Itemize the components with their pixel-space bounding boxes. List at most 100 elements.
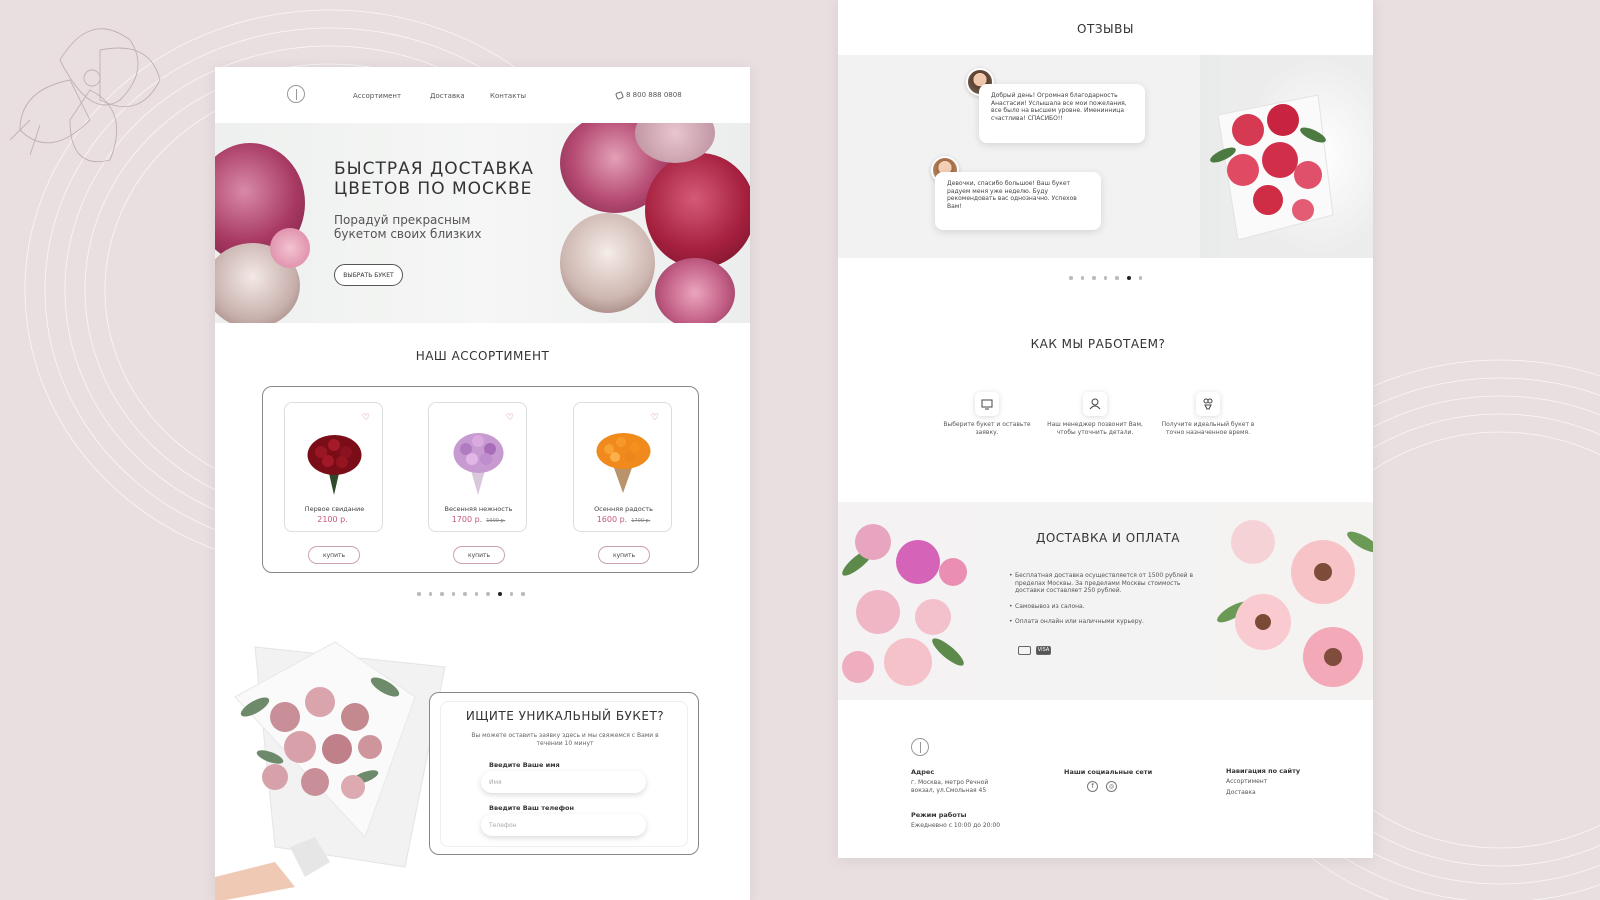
nav-phone[interactable]: 8 800 888 0808 xyxy=(615,90,682,100)
name-input[interactable] xyxy=(481,771,646,793)
pagination-dot[interactable] xyxy=(440,592,444,596)
product-name: Осенняя радость xyxy=(594,505,653,513)
pagination-dot[interactable] xyxy=(1103,276,1107,280)
footer-logo-icon[interactable] xyxy=(911,738,929,756)
peony-image-right-4 xyxy=(655,258,735,323)
request-title: ИЩИТЕ УНИКАЛЬНЫЙ БУКЕТ? xyxy=(465,709,665,723)
heart-icon[interactable]: ♡ xyxy=(506,413,514,423)
step-text: Получите идеальный букет в точно назначе… xyxy=(1161,421,1255,436)
pagination-dot[interactable] xyxy=(451,592,455,596)
peony-image-left-3 xyxy=(270,228,310,268)
footer-hours-label: Режим работы xyxy=(911,811,967,819)
product-name: Первое свидание xyxy=(304,505,365,513)
heart-icon[interactable]: ♡ xyxy=(651,413,659,423)
nav-link-assortment[interactable]: Ассортимент xyxy=(353,92,401,100)
product-name: Весенняя нежность xyxy=(444,505,513,513)
reviews-pagination xyxy=(1069,276,1142,280)
pink-roses-bouquet-image xyxy=(215,641,446,900)
step-2: Наш менеджер позвонит Вам, чтобы уточнит… xyxy=(1040,392,1150,436)
pink-flowers-image-left xyxy=(838,502,978,700)
pagination-dot[interactable] xyxy=(1069,276,1073,280)
landing-page-right: ОТЗЫВЫ Добрый день! Огромная благодарнос… xyxy=(838,0,1373,858)
pagination-dot-active[interactable] xyxy=(497,592,502,596)
hero-title-line2: ЦВЕТОВ ПО МОСКВЕ xyxy=(334,179,533,199)
delivery-item: Самовывоз из салона. xyxy=(1009,603,1205,611)
pagination-dot[interactable] xyxy=(1138,276,1142,280)
product-card[interactable]: ♡ Весенняя нежность 1700 р. 1900 р. xyxy=(428,402,527,532)
monitor-icon xyxy=(975,392,999,416)
assortment-carousel: ♡ Первое свидание 2100 р. ♡ Весенняя неж… xyxy=(262,386,699,573)
phone-label: Введите Ваш телефон xyxy=(489,804,574,812)
product-price: 1700 р. 1900 р. xyxy=(451,515,506,524)
phone-input[interactable] xyxy=(481,814,646,836)
pagination-dot[interactable] xyxy=(1092,276,1096,280)
reviews-title: ОТЗЫВЫ xyxy=(1077,22,1134,36)
pagination-dot[interactable] xyxy=(474,592,478,596)
pagination-dot[interactable] xyxy=(463,592,467,596)
phone-icon xyxy=(615,90,624,100)
heart-icon[interactable]: ♡ xyxy=(362,413,370,423)
reviews-band: Добрый день! Огромная благодарность Анас… xyxy=(838,55,1373,258)
product-price: 2100 р. xyxy=(317,515,348,524)
peony-image-right-3 xyxy=(560,213,655,313)
footer-link-delivery[interactable]: Доставка xyxy=(1226,789,1256,796)
peony-image-right-2 xyxy=(645,153,750,268)
step-1: Выберите букет и оставьте заявку. xyxy=(932,392,1042,436)
phone-number: 8 800 888 0808 xyxy=(626,91,682,99)
hero-banner: БЫСТРАЯ ДОСТАВКА ЦВЕТОВ ПО МОСКВЕ Пораду… xyxy=(215,123,750,323)
request-text: Вы можете оставить заявку здесь и мы свя… xyxy=(471,732,659,747)
footer-address-line1: г. Москва, метро Речной xyxy=(911,779,989,786)
leaf-logo-icon[interactable] xyxy=(287,85,305,103)
pagination-dot[interactable] xyxy=(509,592,513,596)
pagination-dot-active[interactable] xyxy=(1126,276,1131,280)
step-text: Наш менеджер позвонит Вам, чтобы уточнит… xyxy=(1047,421,1143,436)
footer-link-assortment[interactable]: Ассортимент xyxy=(1226,778,1267,785)
facebook-icon[interactable]: f xyxy=(1087,781,1098,792)
instagram-icon[interactable]: ◎ xyxy=(1106,781,1117,792)
hero-title-line1: БЫСТРАЯ ДОСТАВКА xyxy=(334,159,534,179)
delivery-section: ДОСТАВКА И ОПЛАТА Бесплатная доставка ос… xyxy=(838,502,1373,700)
hero-subtitle-line1: Порадуй прекрасным xyxy=(334,213,471,227)
bouquet-icon xyxy=(1196,392,1220,416)
footer-address-label: Адрес xyxy=(911,768,935,776)
buy-button[interactable]: купить xyxy=(453,546,505,564)
buy-button[interactable]: купить xyxy=(598,546,650,564)
step-text: Выберите букет и оставьте заявку. xyxy=(943,421,1031,436)
bouquet-image-tulips xyxy=(453,433,504,495)
nav-link-contacts[interactable]: Контакты xyxy=(490,92,526,100)
footer-social-label: Наши социальные сети xyxy=(1064,768,1153,776)
footer-nav-label: Навигация по сайту xyxy=(1226,767,1301,775)
gerbera-flowers-image-right xyxy=(1213,502,1373,700)
pagination-dot[interactable] xyxy=(1080,276,1084,280)
pagination-dot[interactable] xyxy=(521,592,525,596)
footer-address-line2: вокзал, ул.Смольная 45 xyxy=(911,786,987,794)
delivery-title: ДОСТАВКА И ОПЛАТА xyxy=(1035,531,1181,545)
name-label: Введите Ваше имя xyxy=(489,761,560,769)
pagination-dot[interactable] xyxy=(417,592,421,596)
top-nav: Ассортимент Доставка Контакты 8 800 888 … xyxy=(215,67,750,123)
visa-icon: VISA xyxy=(1036,646,1051,655)
nav-link-delivery[interactable]: Доставка xyxy=(430,92,465,100)
assortment-pagination xyxy=(417,592,525,596)
pagination-dot[interactable] xyxy=(428,592,432,596)
product-price: 1600 р. 1700 р. xyxy=(596,515,651,524)
delivery-item: Оплата онлайн или наличными курьеру. xyxy=(1009,618,1205,626)
bouquet-image-red-roses xyxy=(307,435,362,495)
pagination-dot[interactable] xyxy=(486,592,490,596)
pagination-dot[interactable] xyxy=(1115,276,1119,280)
product-card[interactable]: ♡ Осенняя радость 1600 р. 1700 р. xyxy=(573,402,672,532)
hero-subtitle: Порадуй прекрасным букетом своих близких xyxy=(334,213,514,241)
manager-icon xyxy=(1083,392,1107,416)
buy-button[interactable]: купить xyxy=(308,546,360,564)
footer-address: г. Москва, метро Речной вокзал, ул.Смоль… xyxy=(911,779,988,794)
review-bubble: Девочки, спасибо большое! Ваш букет раду… xyxy=(935,172,1101,230)
request-form: ИЩИТЕ УНИКАЛЬНЫЙ БУКЕТ? Вы можете остави… xyxy=(429,692,699,855)
landing-page-left: Ассортимент Доставка Контакты 8 800 888 … xyxy=(215,67,750,900)
footer-hours: Ежедневно с 10:00 до 20:00 xyxy=(911,822,1001,829)
hero-subtitle-line2: букетом своих близких xyxy=(334,227,482,241)
delivery-list: Бесплатная доставка осуществляется от 15… xyxy=(1009,572,1205,634)
product-card[interactable]: ♡ Первое свидание 2100 р. xyxy=(284,402,383,532)
delivery-item: Бесплатная доставка осуществляется от 15… xyxy=(1009,572,1205,595)
choose-bouquet-button[interactable]: ВЫБРАТЬ БУКЕТ xyxy=(334,264,403,286)
red-peony-bouquet-image xyxy=(1210,94,1334,241)
